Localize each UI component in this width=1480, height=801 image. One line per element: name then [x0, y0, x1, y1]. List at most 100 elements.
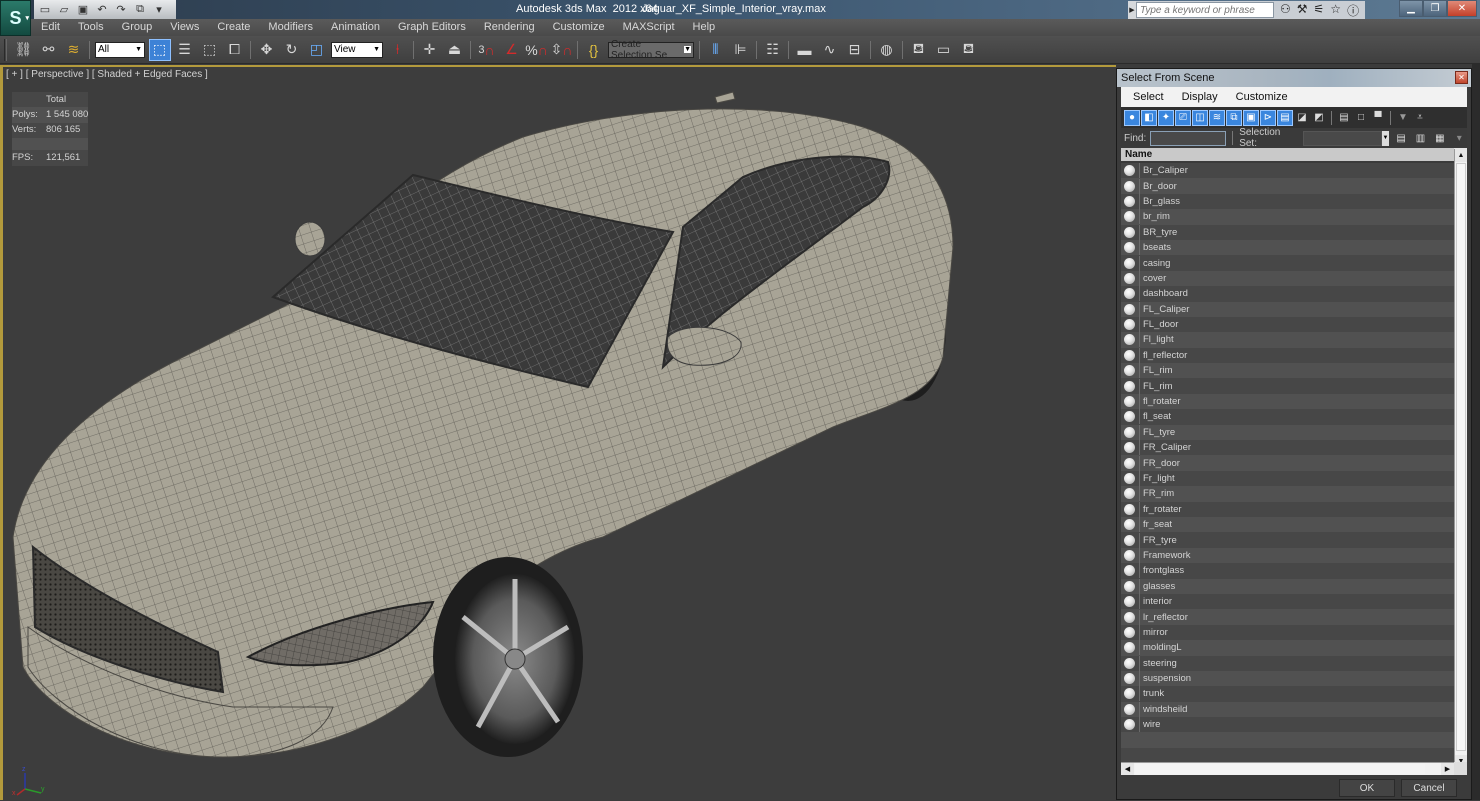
list-item[interactable]: wire [1121, 717, 1454, 733]
select-object-icon[interactable]: ⬚ [148, 38, 171, 61]
find-input[interactable] [1150, 130, 1227, 146]
display-groups-icon[interactable]: ⧉ [1226, 109, 1242, 126]
pivot-center-icon[interactable]: ⍿ [387, 39, 409, 61]
reference-coord-dropdown[interactable]: View ▼ [331, 41, 383, 58]
list-item[interactable]: FR_door [1121, 455, 1454, 471]
spinner-snap-icon[interactable]: ⇳ ∩ [551, 39, 573, 61]
list-item[interactable]: fl_rotater [1121, 393, 1454, 410]
menu-customize[interactable]: Customize [544, 19, 614, 36]
list-item[interactable]: moldingL [1121, 640, 1454, 656]
select-all-icon[interactable]: ▤ [1336, 110, 1352, 126]
curve-editor-icon[interactable]: ∿ [819, 39, 841, 61]
toolbar-grip[interactable] [4, 38, 7, 61]
display-helpers-icon[interactable]: ◫ [1192, 109, 1208, 126]
render-production-icon[interactable]: ⛾ [958, 39, 980, 61]
list-item[interactable]: cover [1121, 270, 1454, 287]
list-item[interactable]: glasses [1121, 578, 1454, 594]
display-frozen-icon[interactable]: ◪ [1294, 110, 1310, 126]
render-setup-icon[interactable]: ⛾ [908, 39, 930, 61]
list-item[interactable]: FL_rim [1121, 378, 1454, 394]
menu-modifiers[interactable]: Modifiers [259, 19, 322, 36]
list-item[interactable]: fr_rotater [1121, 501, 1454, 517]
list-item[interactable]: fl_reflector [1121, 347, 1454, 364]
list-item[interactable]: bseats [1121, 239, 1454, 256]
filter-options-icon[interactable]: ⩡ [1412, 110, 1428, 126]
display-bones-icon[interactable]: ⊳ [1260, 109, 1276, 126]
ok-button[interactable]: OK [1339, 779, 1395, 797]
dialog-close-button[interactable]: ✕ [1455, 71, 1468, 84]
vertical-scroll-thumb[interactable] [1456, 163, 1466, 751]
list-item[interactable]: interior [1121, 593, 1454, 610]
scroll-right-icon[interactable]: ▶ [1441, 763, 1454, 775]
display-hidden-icon[interactable]: ◩ [1311, 110, 1327, 126]
list-item[interactable]: windsheild [1121, 701, 1454, 718]
list-item[interactable]: FL_door [1121, 316, 1454, 333]
list-item[interactable]: br_rim [1121, 209, 1454, 225]
list-item[interactable]: FR_rim [1121, 486, 1454, 502]
menu-create[interactable]: Create [208, 19, 259, 36]
link-icon[interactable]: ⛓ [13, 39, 35, 61]
display-xrefs-icon[interactable]: ▣ [1243, 109, 1259, 126]
redo-icon[interactable]: ↷ [114, 3, 128, 16]
list-item[interactable]: suspension [1121, 670, 1454, 687]
list-item[interactable]: Br_glass [1121, 193, 1454, 210]
wrench-icon[interactable]: ⚒ [1297, 2, 1308, 19]
rotate-icon[interactable]: ↻ [281, 39, 303, 61]
dialog-menu-select[interactable]: Select [1133, 91, 1164, 103]
add-selection-set-icon[interactable]: ▤ [1393, 130, 1408, 146]
list-item[interactable]: FR_tyre [1121, 532, 1454, 548]
display-shapes-icon[interactable]: ◧ [1141, 109, 1157, 126]
list-item[interactable]: FL_tyre [1121, 424, 1454, 441]
schematic-view-icon[interactable]: ⊟ [844, 39, 866, 61]
toolbar-overflow-icon[interactable]: ▾ [1452, 130, 1467, 146]
menu-rendering[interactable]: Rendering [475, 19, 544, 36]
keyboard-shortcut-override-icon[interactable]: ⏏ [444, 39, 466, 61]
open-file-icon[interactable]: ▱ [57, 3, 71, 16]
rectangular-selection-icon[interactable]: ⬚ [199, 39, 221, 61]
menu-group[interactable]: Group [113, 19, 162, 36]
selection-filter-dropdown[interactable]: All ▼ [95, 41, 145, 58]
list-item[interactable]: mirror [1121, 624, 1454, 641]
list-item[interactable]: FL_rim [1121, 363, 1454, 379]
menu-tools[interactable]: Tools [69, 19, 113, 36]
list-item[interactable]: Br_door [1121, 178, 1454, 194]
display-geometry-icon[interactable]: ● [1124, 109, 1140, 126]
perspective-viewport[interactable]: [ + ] [ Perspective ] [ Shaded + Edged F… [0, 65, 1116, 800]
list-item[interactable]: fl_seat [1121, 409, 1454, 425]
edit-named-selection-icon[interactable]: {} [583, 39, 605, 61]
viewport-label[interactable]: [ + ] [ Perspective ] [ Shaded + Edged F… [6, 69, 208, 80]
list-item[interactable]: Framework [1121, 547, 1454, 564]
help-icon[interactable]: ⓘ [1347, 2, 1359, 19]
object-list[interactable]: Br_Caliper Br_door Br_glass br_rim BR_tyre bs… [1121, 163, 1454, 768]
list-item[interactable]: FR_Caliper [1121, 440, 1454, 456]
select-none-icon[interactable]: □ [1353, 110, 1369, 126]
menu-maxscript[interactable]: MAXScript [614, 19, 684, 36]
scroll-left-icon[interactable]: ◀ [1121, 763, 1134, 775]
dialog-menu-display[interactable]: Display [1182, 91, 1218, 103]
dialog-titlebar[interactable]: Select From Scene ✕ [1117, 69, 1471, 87]
angle-snap-icon[interactable]: ∠ [501, 39, 523, 61]
remove-selection-set-icon[interactable]: ▥ [1413, 130, 1428, 146]
list-item[interactable]: FL_Caliper [1121, 301, 1454, 317]
search-input[interactable] [1136, 2, 1274, 18]
scale-icon[interactable]: ◰ [306, 39, 328, 61]
minimize-button[interactable]: ▁ [1399, 0, 1423, 17]
save-icon[interactable]: ▣ [76, 3, 90, 16]
unlink-icon[interactable]: ⚯ [38, 39, 60, 61]
move-icon[interactable]: ✥ [256, 39, 278, 61]
menu-graph-editors[interactable]: Graph Editors [389, 19, 475, 36]
material-editor-icon[interactable]: ◍ [876, 39, 898, 61]
select-invert-icon[interactable]: ▀ [1370, 110, 1386, 126]
display-space-warps-icon[interactable]: ≋ [1209, 109, 1225, 126]
list-item[interactable]: BR_tyre [1121, 224, 1454, 240]
scroll-up-icon[interactable]: ▲ [1455, 149, 1467, 162]
menu-edit[interactable]: Edit [31, 19, 69, 36]
car-wireframe-model[interactable] [3, 67, 1116, 800]
app-menu-button[interactable]: S ▾ [0, 0, 31, 36]
align-icon[interactable]: ⊫ [730, 39, 752, 61]
undo-icon[interactable]: ↶ [95, 3, 109, 16]
project-folder-icon[interactable]: ⧉ [133, 3, 147, 16]
display-cameras-icon[interactable]: ⎚ [1175, 109, 1191, 126]
graphite-modeling-icon[interactable]: ▬ [794, 39, 816, 61]
restore-button[interactable]: ❐ [1423, 0, 1447, 17]
